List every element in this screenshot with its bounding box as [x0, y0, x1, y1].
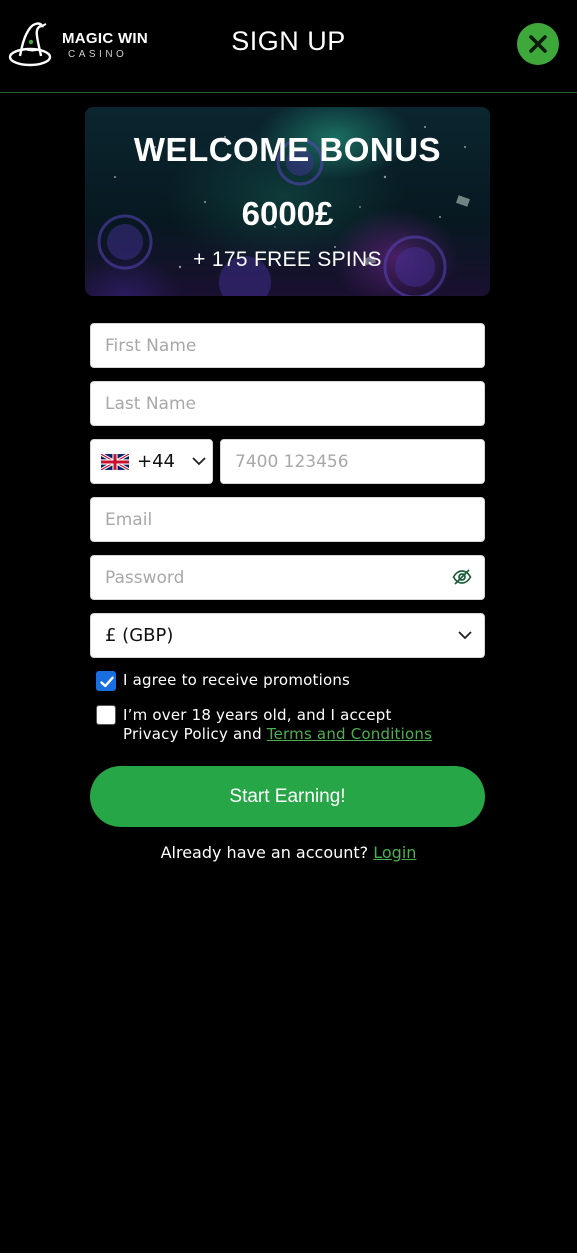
bonus-amount: 6000£	[241, 195, 334, 232]
first-name-input[interactable]	[91, 324, 484, 367]
page-title: SIGN UP	[231, 26, 346, 56]
login-prompt: Already have an account? Login	[0, 843, 577, 862]
phone-field-wrapper	[220, 439, 485, 484]
chevron-down-icon	[458, 631, 472, 640]
bonus-spins: + 175 FREE SPINS	[193, 248, 382, 271]
dial-code: +44	[137, 451, 175, 472]
terms-link[interactable]: Terms and Conditions	[267, 725, 432, 743]
currency-select[interactable]: £ (GBP)	[90, 613, 485, 658]
login-link[interactable]: Login	[373, 843, 416, 862]
chevron-down-icon	[192, 457, 206, 466]
terms-label-line1: I’m over 18 years old, and I accept	[123, 706, 392, 724]
password-input[interactable]	[91, 556, 484, 599]
email-field-wrapper	[90, 497, 485, 542]
country-code-select[interactable]: +44	[90, 439, 213, 484]
header: MAGIC WIN CASINO SIGN UP	[0, 0, 577, 93]
uk-flag-icon	[101, 454, 129, 470]
terms-label-line2: Privacy Policy and Terms and Conditions	[123, 725, 432, 744]
password-field-wrapper	[90, 555, 485, 600]
email-input[interactable]	[91, 498, 484, 541]
close-icon	[529, 35, 547, 53]
welcome-bonus-banner: WELCOME BONUS 6000£ + 175 FREE SPINS	[85, 107, 490, 296]
terms-label: I’m over 18 years old, and I accept Priv…	[123, 706, 432, 744]
checkmark-icon	[100, 676, 114, 688]
terms-label-prefix: Privacy Policy and	[123, 725, 267, 743]
first-name-field-wrapper	[90, 323, 485, 368]
currency-value: £ (GBP)	[105, 625, 174, 646]
phone-input[interactable]	[221, 440, 484, 483]
bonus-title: WELCOME BONUS	[133, 131, 442, 168]
login-prompt-text: Already have an account?	[160, 843, 374, 862]
promotions-label: I agree to receive promotions	[123, 671, 351, 689]
terms-checkbox[interactable]	[96, 705, 116, 725]
promotions-checkbox[interactable]	[96, 671, 116, 691]
last-name-input[interactable]	[91, 382, 484, 425]
eye-slash-icon[interactable]	[452, 567, 472, 587]
last-name-field-wrapper	[90, 381, 485, 426]
start-earning-button[interactable]: Start Earning!	[90, 766, 485, 827]
close-button[interactable]	[517, 23, 559, 65]
